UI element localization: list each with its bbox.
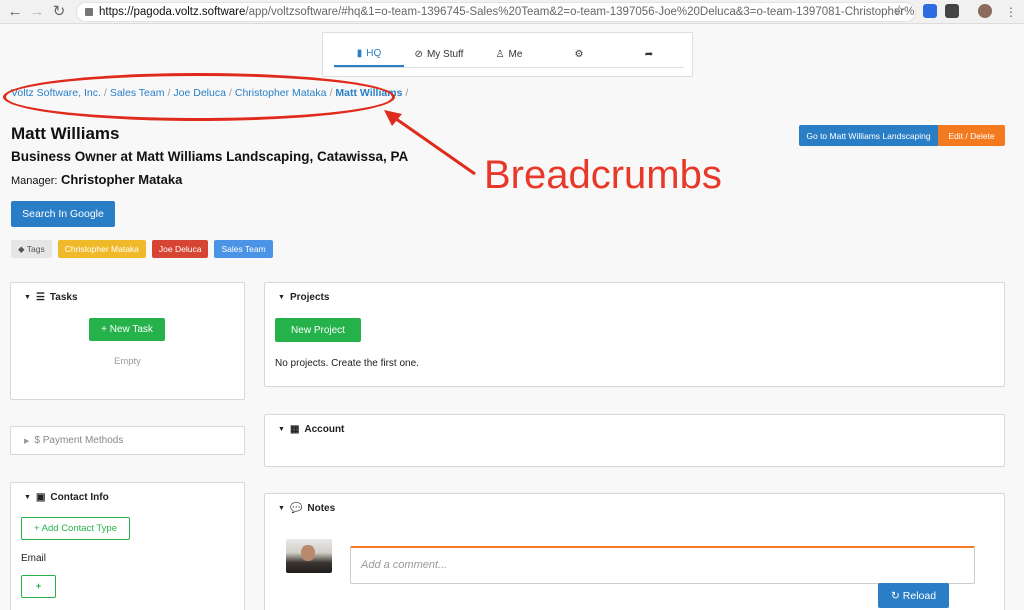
- menu-kebab-icon[interactable]: ⋮: [1002, 3, 1020, 21]
- tab-hq[interactable]: ▮ HQ: [334, 42, 404, 67]
- tasks-panel-header[interactable]: ▼ ☰ Tasks: [24, 292, 78, 303]
- lock-icon: [85, 8, 93, 16]
- page-title: Matt Williams: [11, 124, 120, 143]
- comment-input[interactable]: Add a comment...: [350, 546, 975, 584]
- header-action-group: Go to Matt Williams Landscaping Edit / D…: [799, 125, 1005, 146]
- new-task-button[interactable]: + New Task: [89, 318, 165, 341]
- goto-company-button[interactable]: Go to Matt Williams Landscaping: [799, 125, 938, 146]
- avatar: [286, 539, 332, 573]
- manager-label: Manager:: [11, 175, 58, 187]
- annotation-ellipse: [3, 73, 395, 121]
- back-icon[interactable]: ←: [6, 3, 24, 21]
- projects-panel: ▼ Projects New Project No projects. Crea…: [264, 282, 1005, 387]
- profile-avatar[interactable]: [978, 4, 992, 18]
- caret-down-icon: ▼: [278, 294, 285, 301]
- url-path: /app/voltzsoftware/#hq&1=o-team-1396745-…: [245, 6, 916, 18]
- contact-card-icon: ▣: [35, 491, 46, 503]
- top-nav-tabs: ▮ HQ ⊘ My Stuff ♙ Me ⚙ ➦: [334, 42, 684, 68]
- contact-info-title: Contact Info: [50, 492, 109, 503]
- refresh-icon: ↻: [890, 589, 900, 602]
- tag-sales-team[interactable]: Sales Team: [214, 240, 273, 258]
- tab-me[interactable]: ♙ Me: [474, 42, 544, 67]
- add-email-button[interactable]: +: [21, 575, 56, 598]
- payment-methods-panel: ▶ $ Payment Methods: [10, 426, 245, 455]
- contact-job-title: Business Owner at Matt Williams Landscap…: [11, 149, 409, 164]
- account-panel-header[interactable]: ▼ ▦ Account: [278, 424, 344, 435]
- payment-methods-title: $ Payment Methods: [34, 435, 124, 446]
- edit-delete-button[interactable]: Edit / Delete: [938, 125, 1005, 146]
- notes-panel-header[interactable]: ▼ 💬 Notes: [278, 503, 335, 514]
- payment-methods-header[interactable]: ▶ $ Payment Methods: [24, 435, 123, 446]
- new-project-button[interactable]: New Project: [275, 318, 361, 342]
- tab-label: Me: [508, 49, 523, 60]
- tab-share[interactable]: ➦: [614, 42, 684, 67]
- caret-down-icon: ▼: [278, 505, 285, 512]
- caret-right-icon: ▶: [24, 437, 30, 445]
- annotation-arrow: [384, 110, 476, 176]
- cogs-icon: ⚙: [574, 48, 584, 60]
- reload-label: Reload: [902, 589, 937, 602]
- search-google-button[interactable]: Search In Google: [11, 201, 115, 227]
- caret-down-icon: ▼: [278, 426, 285, 433]
- url-host: https://pagoda.voltz.software: [99, 6, 246, 18]
- tags-label-text: Tags: [26, 244, 45, 254]
- add-contact-type-button[interactable]: + Add Contact Type: [21, 517, 130, 540]
- extension-icon[interactable]: [923, 4, 937, 18]
- email-label: Email: [21, 553, 47, 564]
- tab-label: HQ: [366, 48, 382, 59]
- tab-settings[interactable]: ⚙: [544, 42, 614, 67]
- tag-joe-deluca[interactable]: Joe Deluca: [151, 240, 209, 258]
- tag-icon: ◆: [18, 244, 25, 254]
- projects-empty-text: No projects. Create the first one.: [275, 358, 419, 369]
- building-icon: ▮: [356, 47, 363, 59]
- tab-my-stuff[interactable]: ⊘ My Stuff: [404, 42, 474, 67]
- grid-icon: ▦: [289, 423, 300, 435]
- tasks-panel: ▼ ☰ Tasks + New Task Empty: [10, 282, 245, 400]
- caret-down-icon: ▼: [24, 294, 31, 301]
- tab-label: My Stuff: [426, 49, 464, 60]
- tasks-empty-text: Empty: [114, 356, 141, 367]
- projects-panel-header[interactable]: ▼ Projects: [278, 292, 329, 303]
- bookmark-star-icon[interactable]: ☆: [893, 2, 906, 19]
- address-bar[interactable]: https://pagoda.voltz.software/app/voltzs…: [76, 2, 916, 22]
- account-panel: ▼ ▦ Account: [264, 414, 1005, 467]
- notes-panel: ▼ 💬 Notes Add a comment... ↻ Reload: [264, 493, 1005, 610]
- projects-title: Projects: [289, 292, 330, 303]
- annotation-label: Breadcrumbs: [484, 153, 722, 197]
- tag-christopher-mataka[interactable]: Christopher Mataka: [57, 240, 146, 258]
- caret-down-icon: ▼: [24, 494, 31, 501]
- top-nav: ▮ HQ ⊘ My Stuff ♙ Me ⚙ ➦: [322, 32, 693, 77]
- compass-icon: ⊘: [414, 48, 423, 60]
- extension-icon[interactable]: [945, 4, 959, 18]
- contact-info-panel: ▼ ▣ Contact Info + Add Contact Type Emai…: [10, 482, 245, 610]
- reload-button[interactable]: ↻ Reload: [878, 583, 949, 608]
- share-icon: ➦: [644, 48, 654, 60]
- tasks-icon: ☰: [35, 291, 45, 303]
- breadcrumb-separator: /: [405, 87, 409, 99]
- forward-icon[interactable]: →: [28, 3, 46, 21]
- manager-line: Manager: Christopher Mataka: [11, 172, 182, 187]
- tasks-title: Tasks: [49, 292, 78, 303]
- reload-icon[interactable]: ↻: [50, 3, 68, 21]
- comments-icon: 💬: [289, 502, 303, 514]
- tag-list: ◆ Tags Christopher Mataka Joe Deluca Sal…: [11, 240, 273, 258]
- user-icon: ♙: [495, 48, 505, 60]
- browser-chrome: ← → ↻ https://pagoda.voltz.software/app/…: [0, 0, 1024, 24]
- contact-info-header[interactable]: ▼ ▣ Contact Info: [24, 492, 109, 503]
- account-title: Account: [304, 424, 345, 435]
- notes-title: Notes: [307, 503, 336, 514]
- manager-name: Christopher Mataka: [60, 172, 183, 187]
- tags-label: ◆ Tags: [11, 240, 52, 258]
